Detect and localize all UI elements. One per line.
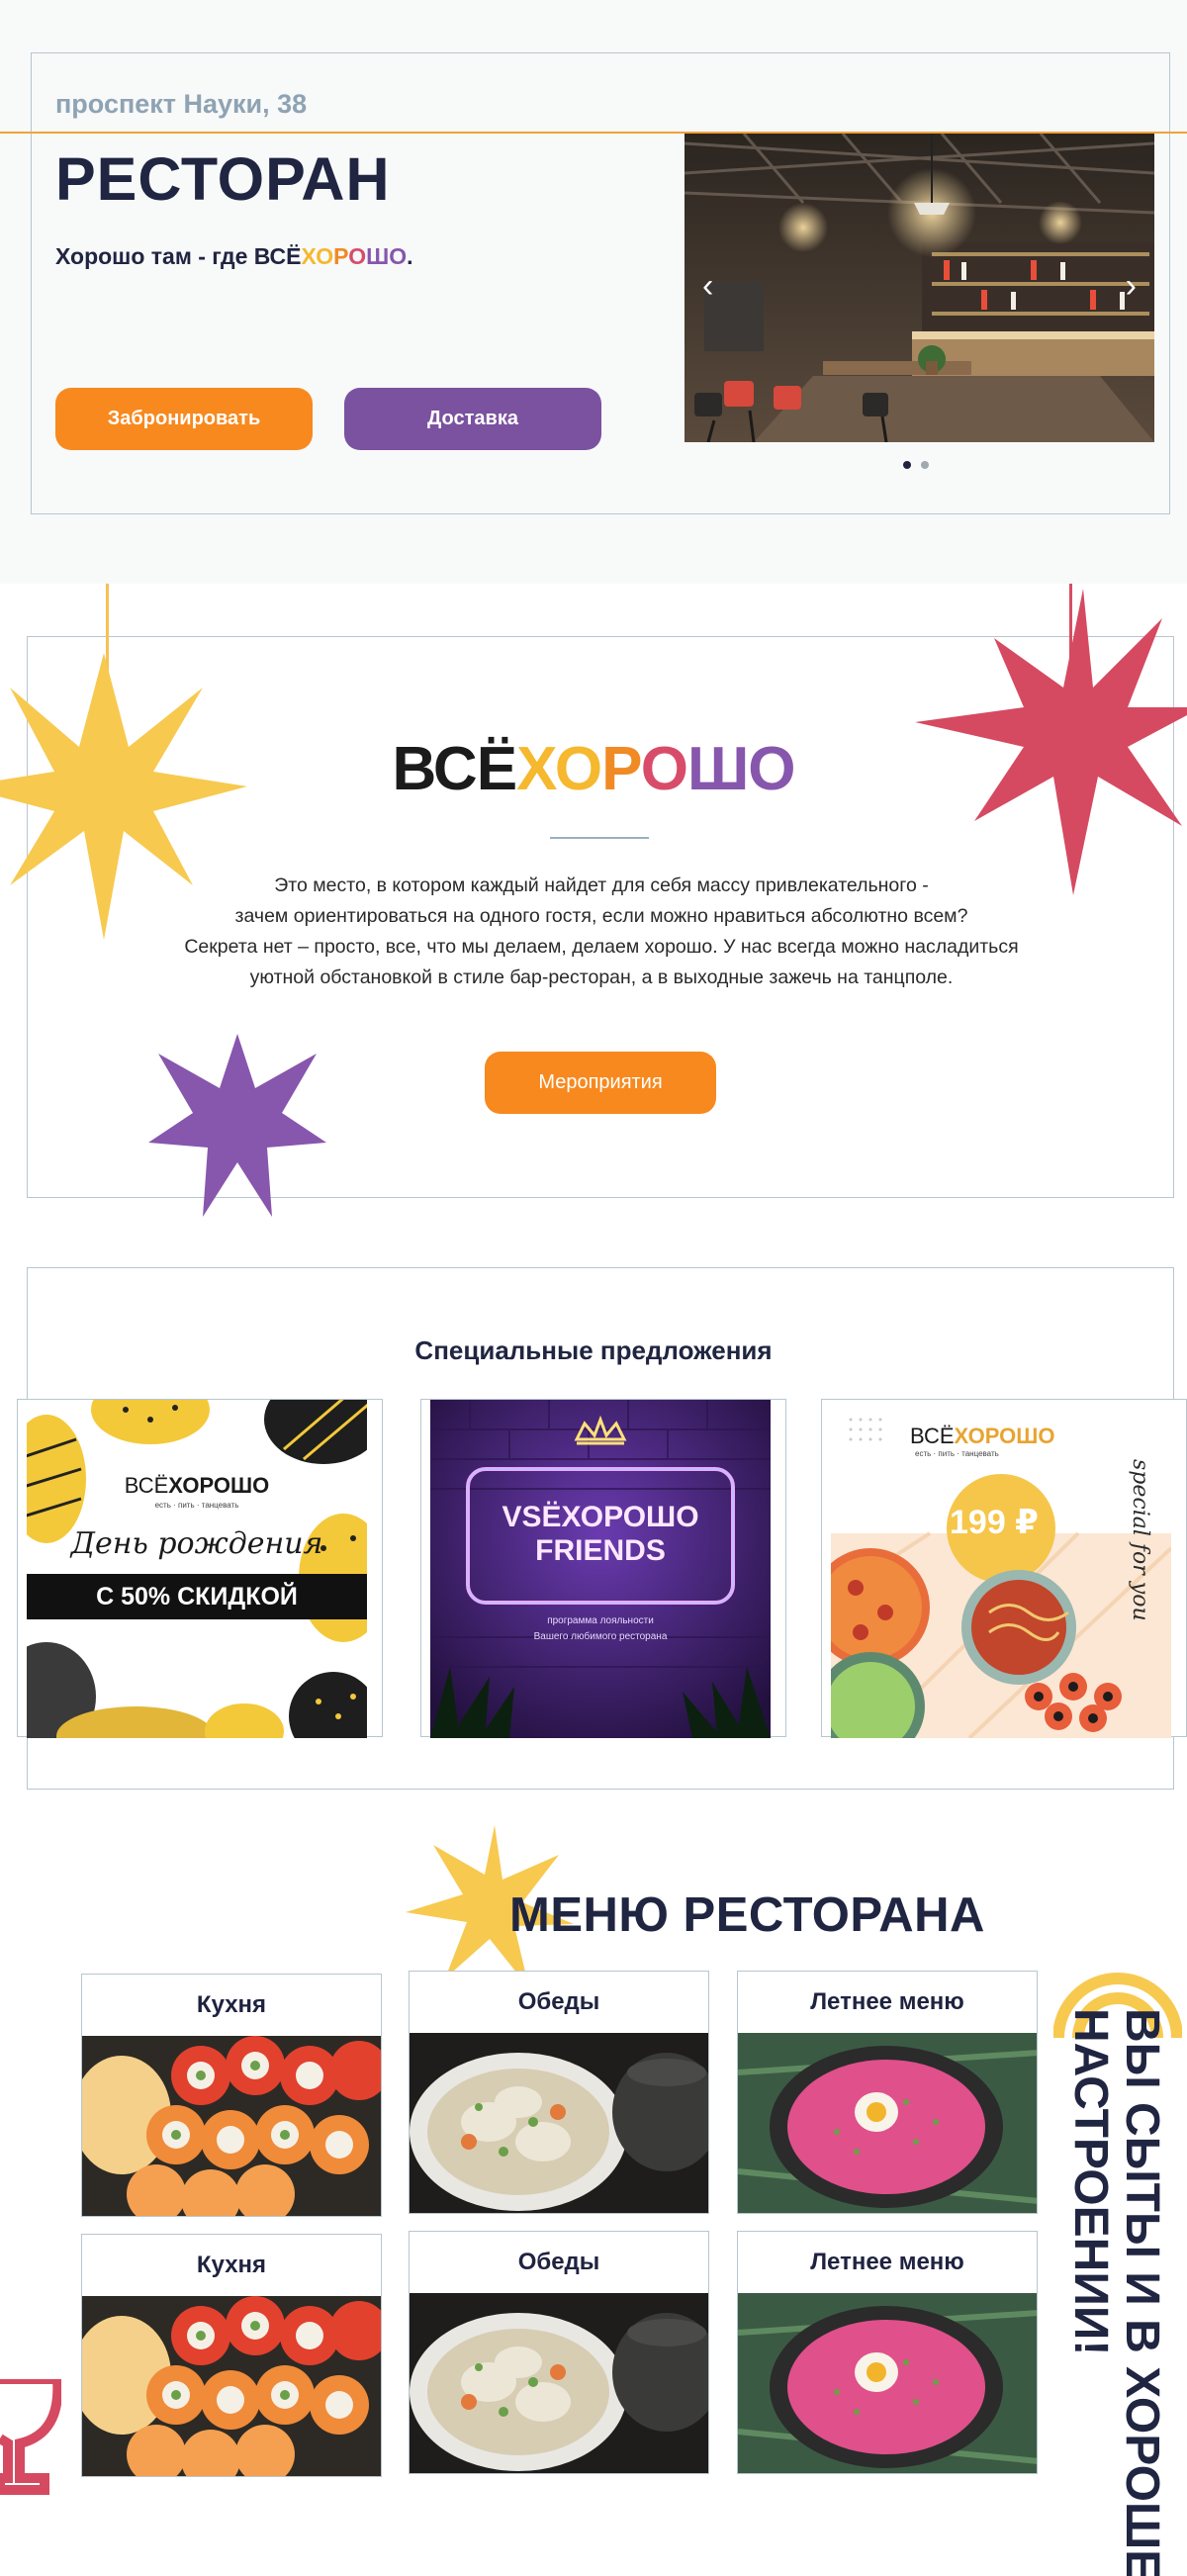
about-text-line: уютной обстановкой в стиле бар-ресторан,… xyxy=(249,966,954,988)
tagline-suffix: . xyxy=(407,243,413,269)
logo-letter: О xyxy=(554,735,602,803)
menu-card-lunch[interactable]: Обеды xyxy=(409,1971,709,2214)
sushi-image xyxy=(82,2296,381,2476)
menu-side-slogan: ВЫ СЫТЫ И В ХОРОШЕМ НАСТРОЕНИИ! xyxy=(1064,2008,1168,2576)
offer-logo: ВСЁХОРОШО xyxy=(27,1473,367,1499)
about-text-line: зачем ориентироваться на одного гостя, е… xyxy=(234,905,968,927)
tagline-letter: Ш xyxy=(366,243,390,269)
divider xyxy=(550,837,649,839)
tagline-letter: О xyxy=(348,243,367,269)
menu-card-summer[interactable]: Летнее меню xyxy=(737,2231,1038,2474)
address-text: проспект Науки, 38 xyxy=(55,89,308,119)
wine-glass-icon xyxy=(0,2379,61,2495)
slider-dots xyxy=(903,461,929,469)
about-description: Это место, в котором каждый найдет для с… xyxy=(148,871,1054,993)
about-text-line: Это место, в котором каждый найдет для с… xyxy=(274,874,929,896)
offer-friends-title: VSЁХОРОШО FRIENDS xyxy=(430,1501,771,1568)
offer-price: 199 ₽ xyxy=(950,1504,1039,1541)
offer-friends-line2: FRIENDS xyxy=(535,1534,666,1567)
tagline-letter: О xyxy=(389,243,408,269)
offer-logo-word: ХОРОШО xyxy=(168,1473,270,1498)
menu-title: МЕНЮ РЕСТОРАНА xyxy=(509,1888,985,1942)
offer-logo: ВСЁХОРОШО xyxy=(910,1424,1054,1449)
balloons-decoration xyxy=(27,1400,367,1738)
logo-letter: Х xyxy=(516,735,556,803)
offer-card-special[interactable]: ВСЁХОРОШО есть · пить · танцевать 199 ₽ … xyxy=(821,1399,1187,1738)
tagline-letter: Р xyxy=(333,243,349,269)
slider-dot-1[interactable] xyxy=(903,461,911,469)
offer-logo-sub: есть · пить · танцевать xyxy=(154,1501,239,1510)
book-button[interactable]: Забронировать xyxy=(55,388,313,450)
offer-friends-sub: программа лояльности Вашего любимого рес… xyxy=(430,1613,771,1645)
offer-friends-sub2: Вашего любимого ресторана xyxy=(533,1631,668,1642)
slider-dot-2[interactable] xyxy=(921,461,929,469)
menu-card-label: Летнее меню xyxy=(810,2249,964,2275)
about-text-line: Секрета нет – просто, все, что мы делаем… xyxy=(184,936,1019,958)
logo-letter: О xyxy=(640,735,688,803)
offer-logo-prefix: ВСЁ xyxy=(124,1473,169,1498)
cold-beet-soup-image xyxy=(738,2033,1037,2213)
offers-title: Специальные предложения xyxy=(414,1335,773,1365)
soup-dumplings-image xyxy=(410,2033,708,2213)
menu-card-label: Обеды xyxy=(517,1988,600,2015)
menu-card-kitchen[interactable]: Кухня xyxy=(81,1974,382,2217)
menu-side-line1: ВЫ СЫТЫ И В ХОРОШЕМ xyxy=(1116,2008,1168,2576)
offer-logo-prefix: ВСЁ xyxy=(910,1424,955,1448)
soup-dumplings-image xyxy=(410,2293,708,2473)
food-collage-image xyxy=(831,1418,1171,1738)
tagline-letter: О xyxy=(316,243,334,269)
events-button[interactable]: Мероприятия xyxy=(485,1052,716,1114)
brick-wall-background xyxy=(430,1400,771,1738)
logo-letter: О xyxy=(748,735,795,803)
logo-prefix: ВСЁ xyxy=(392,735,518,803)
sushi-image xyxy=(82,2036,381,2216)
offer-friends-line1: VSЁХОРОШО xyxy=(502,1501,699,1533)
brand-logo: ВСЁХОРОШО xyxy=(0,734,1187,804)
delivery-button[interactable]: Доставка xyxy=(344,388,601,450)
chevron-right-icon[interactable]: › xyxy=(1126,267,1137,306)
logo-letter: Ш xyxy=(686,735,749,803)
offer-discount: С 50% СКИДКОЙ xyxy=(27,1574,367,1619)
menu-card-kitchen[interactable]: Кухня xyxy=(81,2234,382,2477)
chevron-left-icon[interactable]: ‹ xyxy=(702,267,713,306)
offer-friends-sub1: программа лояльности xyxy=(547,1615,654,1626)
offer-script: special for you xyxy=(1128,1459,1152,1621)
purple-star-icon xyxy=(148,1034,326,1217)
restaurant-interior-image xyxy=(685,134,1154,442)
hero-tagline: Хорошо там - где ВСЁХОРОШО. xyxy=(55,243,413,270)
tagline-prefix: Хорошо там - где ВСЁ xyxy=(55,243,302,269)
logo-letter: Р xyxy=(601,735,642,803)
restaurant-photo-slider[interactable]: ‹ › xyxy=(685,134,1154,442)
menu-side-line2: НАСТРОЕНИИ! xyxy=(1064,2008,1117,2356)
menu-card-label: Кухня xyxy=(196,2252,267,2278)
menu-card-label: Обеды xyxy=(517,2249,600,2275)
offer-card-birthday[interactable]: ВСЁХОРОШО есть · пить · танцевать День р… xyxy=(17,1399,383,1738)
menu-card-lunch[interactable]: Обеды xyxy=(409,2231,709,2474)
menu-card-label: Летнее меню xyxy=(810,1988,964,2015)
offer-card-friends[interactable]: VSЁХОРОШО FRIENDS программа лояльности В… xyxy=(420,1399,786,1738)
offer-logo-word: ХОРОШО xyxy=(954,1424,1055,1448)
offer-script-title: День рождения xyxy=(70,1526,323,1561)
offer-logo-sub: есть · пить · танцевать xyxy=(915,1449,999,1458)
page-title: РЕСТОРАН xyxy=(55,145,391,213)
cold-beet-soup-image xyxy=(738,2293,1037,2473)
menu-card-summer[interactable]: Летнее меню xyxy=(737,1971,1038,2214)
menu-card-label: Кухня xyxy=(196,1991,267,2018)
tagline-letter: Х xyxy=(301,243,317,269)
